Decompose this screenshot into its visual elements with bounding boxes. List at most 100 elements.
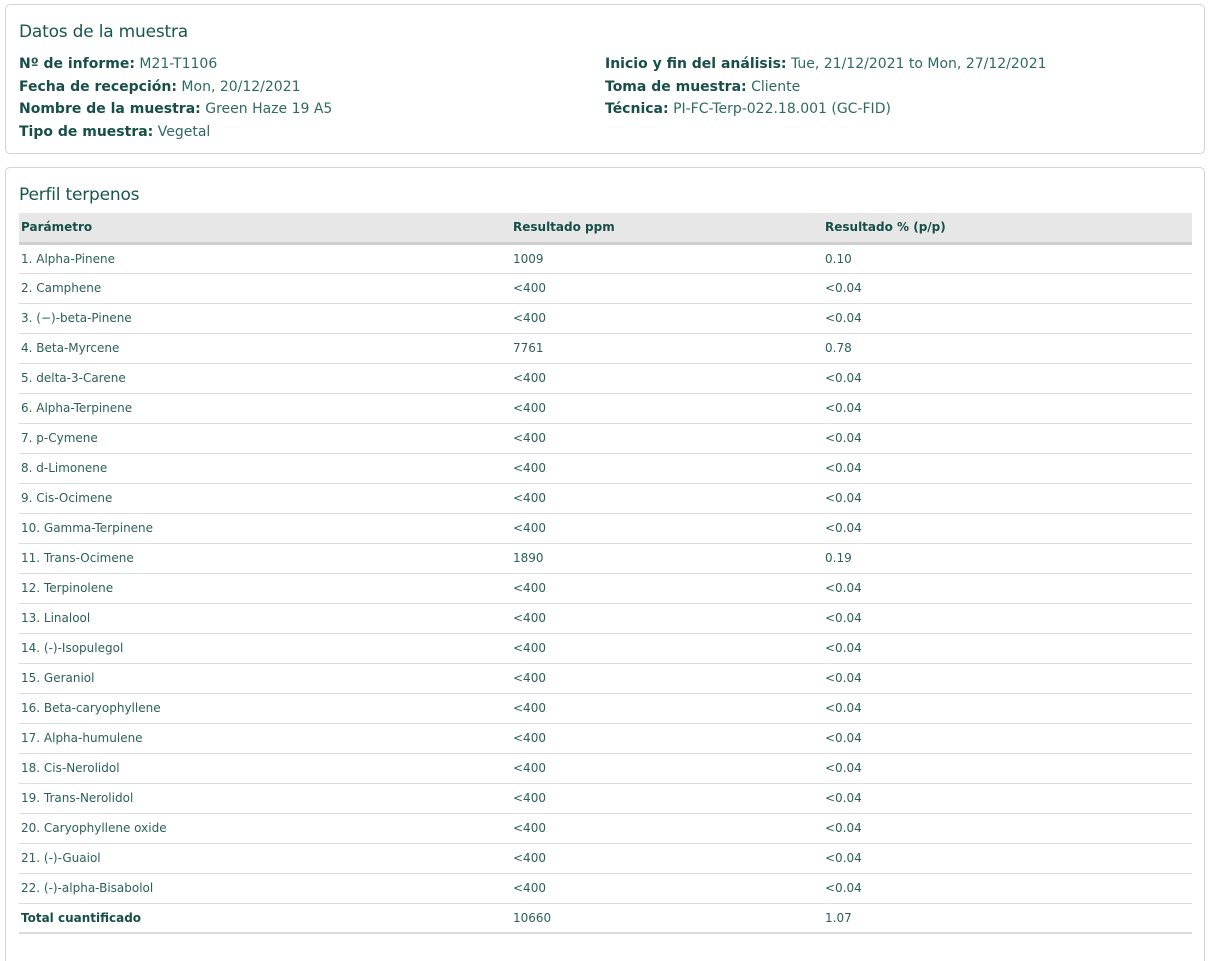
field-label: Nº de informe:: [19, 56, 135, 72]
cell-ppm: <400: [511, 303, 823, 334]
table-row: 2. Camphene <400 <0.04: [19, 273, 1192, 304]
cell-ppm: <400: [511, 363, 823, 394]
cell-percent: <0.04: [823, 843, 1192, 874]
cell-percent: <0.04: [823, 273, 1192, 304]
field-technique: Técnica: PI-FC-Terp-022.18.001 (GC-FID): [605, 98, 1047, 121]
cell-percent: 0.19: [823, 543, 1192, 574]
cell-parameter: 21. (-)-Guaiol: [19, 843, 511, 874]
cell-ppm: <400: [511, 603, 823, 634]
field-label: Técnica:: [605, 101, 669, 117]
cell-parameter: 4. Beta-Myrcene: [19, 333, 511, 364]
cell-percent: <0.04: [823, 573, 1192, 604]
cell-parameter: 6. Alpha-Terpinene: [19, 393, 511, 424]
cell-parameter: 16. Beta-caryophyllene: [19, 693, 511, 724]
field-sample-name: Nombre de la muestra: Green Haze 19 A5: [19, 98, 332, 121]
cell-ppm: 1009: [511, 243, 823, 274]
table-row: 6. Alpha-Terpinene <400 <0.04: [19, 393, 1192, 424]
cell-parameter: 11. Trans-Ocimene: [19, 543, 511, 574]
cell-parameter: 12. Terpinolene: [19, 573, 511, 604]
field-value: M21-T1106: [139, 56, 218, 72]
cell-parameter: 1. Alpha-Pinene: [19, 243, 511, 274]
table-total-row: Total cuantificado 10660 1.07: [19, 903, 1192, 934]
field-report-number: Nº de informe: M21-T1106: [19, 53, 332, 76]
table-row: 12. Terpinolene <400 <0.04: [19, 573, 1192, 604]
cell-parameter: 13. Linalool: [19, 603, 511, 634]
table-row: 21. (-)-Guaiol <400 <0.04: [19, 843, 1192, 874]
table-row: 7. p-Cymene <400 <0.04: [19, 423, 1192, 454]
field-label: Tipo de muestra:: [19, 123, 154, 140]
table-row: 17. Alpha-humulene <400 <0.04: [19, 723, 1192, 754]
cell-parameter: 19. Trans-Nerolidol: [19, 783, 511, 814]
cell-percent: <0.04: [823, 303, 1192, 334]
field-value: Green Haze 19 A5: [205, 101, 333, 117]
cell-parameter: 8. d-Limonene: [19, 453, 511, 484]
cell-parameter: 5. delta-3-Carene: [19, 363, 511, 394]
cell-percent: <0.04: [823, 663, 1192, 694]
cell-parameter: 3. (−)-beta-Pinene: [19, 303, 511, 334]
sample-fields-right: Inicio y fin del análisis: Tue, 21/12/20…: [605, 53, 1047, 121]
cell-ppm: <400: [511, 573, 823, 604]
total-label: Total cuantificado: [19, 903, 511, 934]
field-analysis-dates: Inicio y fin del análisis: Tue, 21/12/20…: [605, 53, 1047, 76]
table-row: 4. Beta-Myrcene 7761 0.78: [19, 333, 1192, 364]
field-label: Fecha de recepción:: [19, 78, 177, 95]
cell-parameter: 20. Caryophyllene oxide: [19, 813, 511, 844]
cell-ppm: <400: [511, 843, 823, 874]
sample-data-card: Datos de la muestra Nº de informe: M21-T…: [5, 4, 1205, 154]
terpene-profile-title: Perfil terpenos: [19, 185, 140, 205]
terpene-profile-card: Perfil terpenos Parámetro Resultado ppm …: [5, 167, 1205, 961]
field-value: Cliente: [751, 78, 801, 95]
field-label: Nombre de la muestra:: [19, 101, 201, 117]
cell-parameter: 14. (-)-Isopulegol: [19, 633, 511, 664]
table-row: 18. Cis-Nerolidol <400 <0.04: [19, 753, 1192, 784]
cell-percent: <0.04: [823, 813, 1192, 844]
table-row: 11. Trans-Ocimene 1890 0.19: [19, 543, 1192, 574]
cell-percent: <0.04: [823, 783, 1192, 814]
sample-data-title: Datos de la muestra: [19, 22, 188, 42]
table-row: 9. Cis-Ocimene <400 <0.04: [19, 483, 1192, 514]
field-sampling: Toma de muestra: Cliente: [605, 76, 1047, 99]
cell-percent: <0.04: [823, 513, 1192, 544]
cell-percent: 0.78: [823, 333, 1192, 364]
terpene-table-body: 1. Alpha-Pinene 1009 0.10 2. Camphene <400 <0…: [19, 243, 1192, 934]
cell-percent: <0.04: [823, 363, 1192, 394]
cell-ppm: <400: [511, 423, 823, 454]
cell-parameter: 15. Geraniol: [19, 663, 511, 694]
table-row: 8. d-Limonene <400 <0.04: [19, 453, 1192, 484]
table-row: 15. Geraniol <400 <0.04: [19, 663, 1192, 694]
cell-parameter: 17. Alpha-humulene: [19, 723, 511, 754]
table-row: 16. Beta-caryophyllene <400 <0.04: [19, 693, 1192, 724]
header-percent: Resultado % (p/p): [823, 213, 1192, 245]
cell-percent: <0.04: [823, 873, 1192, 904]
table-row: 5. delta-3-Carene <400 <0.04: [19, 363, 1192, 394]
field-value: Mon, 20/12/2021: [181, 78, 301, 95]
cell-percent: <0.04: [823, 423, 1192, 454]
table-row: 14. (-)-Isopulegol <400 <0.04: [19, 633, 1192, 664]
cell-percent: <0.04: [823, 393, 1192, 424]
cell-parameter: 9. Cis-Ocimene: [19, 483, 511, 514]
cell-ppm: 1890: [511, 543, 823, 574]
cell-percent: <0.04: [823, 723, 1192, 754]
cell-parameter: 18. Cis-Nerolidol: [19, 753, 511, 784]
total-ppm: 10660: [511, 903, 823, 934]
cell-percent: <0.04: [823, 603, 1192, 634]
cell-ppm: <400: [511, 693, 823, 724]
total-percent: 1.07: [823, 903, 1192, 934]
cell-percent: <0.04: [823, 453, 1192, 484]
cell-percent: <0.04: [823, 633, 1192, 664]
cell-ppm: <400: [511, 393, 823, 424]
field-reception-date: Fecha de recepción: Mon, 20/12/2021: [19, 76, 332, 99]
header-ppm: Resultado ppm: [511, 213, 823, 245]
cell-ppm: <400: [511, 483, 823, 514]
field-value: Tue, 21/12/2021 to Mon, 27/12/2021: [790, 56, 1047, 72]
cell-ppm: <400: [511, 513, 823, 544]
cell-parameter: 22. (-)-alpha-Bisabolol: [19, 873, 511, 904]
header-parameter: Parámetro: [19, 213, 511, 245]
sample-fields-left: Nº de informe: M21-T1106 Fecha de recepc…: [19, 53, 332, 143]
cell-parameter: 7. p-Cymene: [19, 423, 511, 454]
cell-parameter: 10. Gamma-Terpinene: [19, 513, 511, 544]
cell-ppm: <400: [511, 753, 823, 784]
cell-percent: 0.10: [823, 243, 1192, 274]
cell-ppm: <400: [511, 633, 823, 664]
cell-ppm: <400: [511, 873, 823, 904]
